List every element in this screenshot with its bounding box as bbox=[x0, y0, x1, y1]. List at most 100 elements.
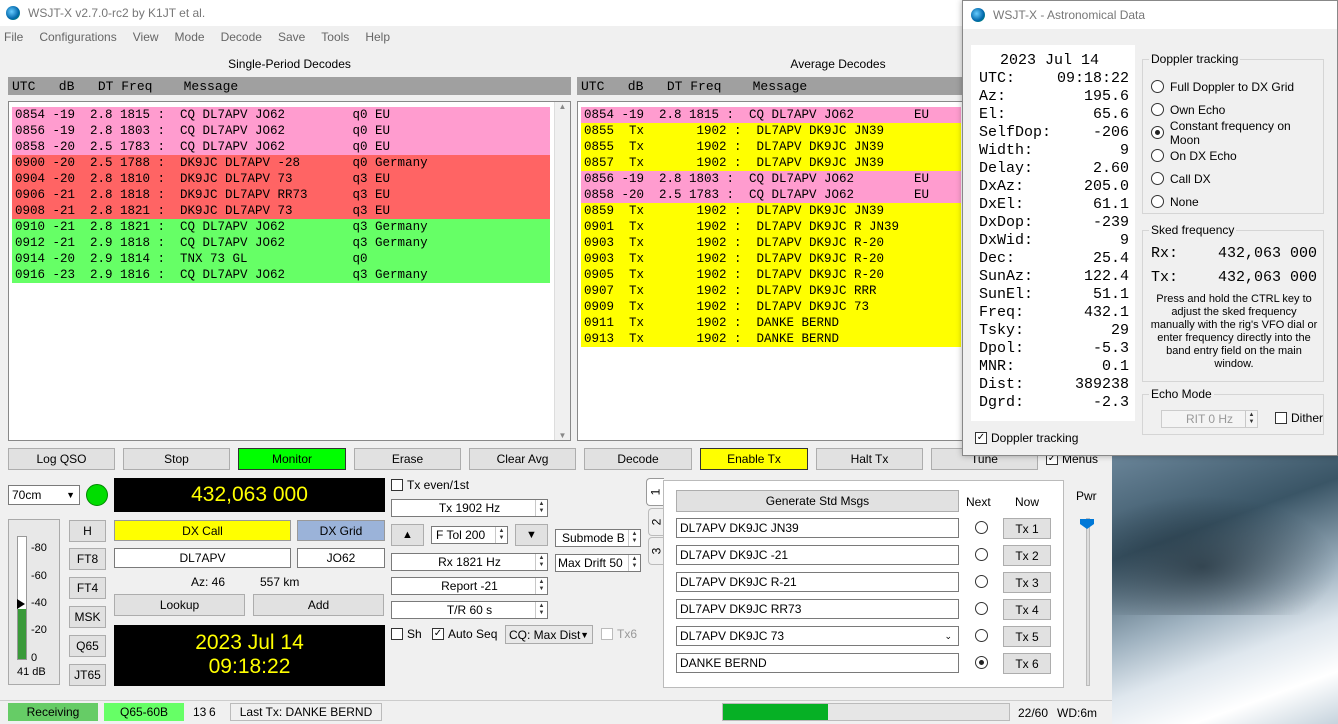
tx2-message-input[interactable]: DL7APV DK9JC -21 bbox=[676, 545, 959, 565]
lookup-button[interactable]: Lookup bbox=[114, 594, 245, 616]
decode-button[interactable]: Decode bbox=[584, 448, 692, 470]
pwr-slider[interactable] bbox=[1080, 510, 1098, 690]
tx3-now-button[interactable]: Tx 3 bbox=[1003, 572, 1051, 593]
decode-line[interactable]: 0856 -19 2.8 1803 : CQ DL7APV JO62 q0 EU bbox=[12, 123, 550, 139]
menu-save[interactable]: Save bbox=[278, 30, 305, 46]
doppler-option[interactable]: Constant frequency on Moon bbox=[1151, 119, 1323, 147]
generate-std-msgs-button[interactable]: Generate Std Msgs bbox=[676, 490, 959, 512]
tx5-next-radio[interactable] bbox=[975, 629, 988, 642]
tx2-now-button[interactable]: Tx 2 bbox=[1003, 545, 1051, 566]
mode-button-ft8[interactable]: FT8 bbox=[69, 548, 106, 570]
mode-button-h[interactable]: H bbox=[69, 520, 106, 542]
ftol-spinbox[interactable]: F Tol 200 ▲ ▼ bbox=[431, 526, 508, 544]
tab-1[interactable]: 1 bbox=[646, 478, 664, 506]
report-spinbox[interactable]: Report -21 ▲ ▼ bbox=[391, 577, 548, 595]
add-button[interactable]: Add bbox=[253, 594, 384, 616]
doppler-option[interactable]: Full Doppler to DX Grid bbox=[1151, 75, 1323, 98]
menu-mode[interactable]: Mode bbox=[175, 30, 205, 46]
tab-2[interactable]: 2 bbox=[648, 508, 664, 536]
average-decode-line[interactable]: 0911 Tx 1902 : DANKE BERND bbox=[581, 315, 961, 331]
dx-grid-input[interactable]: JO62 bbox=[297, 548, 385, 568]
average-decode-line[interactable]: 0855 Tx 1902 : DL7APV DK9JC JN39 bbox=[581, 123, 961, 139]
tx6-message-input[interactable]: DANKE BERND bbox=[676, 653, 959, 673]
down-arrow-button[interactable]: ▼ bbox=[515, 524, 548, 546]
cq-max-dist-select[interactable]: CQ: Max Dist ▼ bbox=[505, 625, 593, 644]
decode-line[interactable]: 0908 -21 2.8 1821 : DK9JC DL7APV 73 q3 E… bbox=[12, 203, 550, 219]
mode-button-ft4[interactable]: FT4 bbox=[69, 577, 106, 599]
average-decode-line[interactable]: 0854 -19 2.8 1815 : CQ DL7APV JO62 EU bbox=[581, 107, 961, 123]
tab-3[interactable]: 3 bbox=[648, 537, 664, 565]
tx3-message-input[interactable]: DL7APV DK9JC R-21 bbox=[676, 572, 959, 592]
tx5-message-input[interactable]: DL7APV DK9JC 73 ⌄ bbox=[676, 626, 959, 646]
doppler-radio[interactable] bbox=[1151, 126, 1164, 139]
tx-even-checkbox[interactable]: Tx even/1st bbox=[391, 478, 469, 492]
band-select[interactable]: 70cm ▼ bbox=[8, 485, 80, 505]
doppler-radio[interactable] bbox=[1151, 103, 1164, 116]
doppler-option[interactable]: Call DX bbox=[1151, 167, 1323, 190]
doppler-radio[interactable] bbox=[1151, 195, 1164, 208]
left-scrollbar[interactable]: ▲ ▼ bbox=[554, 102, 570, 440]
tx3-next-radio[interactable] bbox=[975, 575, 988, 588]
tx4-next-radio[interactable] bbox=[975, 602, 988, 615]
decode-line[interactable]: 0904 -20 2.8 1810 : DK9JC DL7APV 73 q3 E… bbox=[12, 171, 550, 187]
decode-line[interactable]: 0910 -21 2.8 1821 : CQ DL7APV JO62 q3 Ge… bbox=[12, 219, 550, 235]
sh-checkbox[interactable]: Sh bbox=[391, 627, 422, 641]
enable-tx-button[interactable]: Enable Tx bbox=[700, 448, 808, 470]
monitor-button[interactable]: Monitor bbox=[238, 448, 346, 470]
doppler-option[interactable]: On DX Echo bbox=[1151, 144, 1323, 167]
tr-period-spinbox[interactable]: T/R 60 s ▲ ▼ bbox=[391, 601, 548, 619]
menu-configurations[interactable]: Configurations bbox=[39, 30, 116, 46]
rig-status-indicator[interactable] bbox=[86, 484, 108, 506]
auto-seq-checkbox[interactable]: ✓ Auto Seq bbox=[432, 627, 497, 641]
menu-decode[interactable]: Decode bbox=[221, 30, 262, 46]
tx2-next-radio[interactable] bbox=[975, 548, 988, 561]
tx6-next-radio[interactable] bbox=[975, 656, 988, 669]
doppler-radio[interactable] bbox=[1151, 172, 1164, 185]
tx-freq-spinbox[interactable]: Tx 1902 Hz ▲ ▼ bbox=[391, 499, 548, 517]
right-decode-panel[interactable]: 0854 -19 2.8 1815 : CQ DL7APV JO62 EU 085… bbox=[577, 101, 963, 441]
average-decode-line[interactable]: 0901 Tx 1902 : DL7APV DK9JC R JN39 bbox=[581, 219, 961, 235]
average-decode-line[interactable]: 0909 Tx 1902 : DL7APV DK9JC 73 bbox=[581, 299, 961, 315]
menu-view[interactable]: View bbox=[133, 30, 159, 46]
average-decode-line[interactable]: 0913 Tx 1902 : DANKE BERND bbox=[581, 331, 961, 347]
average-decode-line[interactable]: 0858 -20 2.5 1783 : CQ DL7APV JO62 EU bbox=[581, 187, 961, 203]
decode-line[interactable]: 0858 -20 2.5 1783 : CQ DL7APV JO62 q0 EU bbox=[12, 139, 550, 155]
left-decode-panel[interactable]: 0854 -19 2.8 1815 : CQ DL7APV JO62 q0 EU… bbox=[8, 101, 571, 441]
decode-line[interactable]: 0906 -21 2.8 1818 : DK9JC DL7APV RR73 q3… bbox=[12, 187, 550, 203]
dither-checkbox[interactable]: Dither bbox=[1275, 411, 1323, 425]
average-decode-line[interactable]: 0859 Tx 1902 : DL7APV DK9JC JN39 bbox=[581, 203, 961, 219]
doppler-radio[interactable] bbox=[1151, 80, 1164, 93]
average-decode-line[interactable]: 0856 -19 2.8 1803 : CQ DL7APV JO62 EU bbox=[581, 171, 961, 187]
average-decode-line[interactable]: 0903 Tx 1902 : DL7APV DK9JC R-20 bbox=[581, 235, 961, 251]
doppler-option[interactable]: None bbox=[1151, 190, 1323, 213]
average-decode-line[interactable]: 0855 Tx 1902 : DL7APV DK9JC JN39 bbox=[581, 139, 961, 155]
decode-line[interactable]: 0916 -23 2.9 1816 : CQ DL7APV JO62 q3 Ge… bbox=[12, 267, 550, 283]
submode-spinbox[interactable]: Submode B ▲ ▼ bbox=[555, 529, 641, 547]
halt-tx-button[interactable]: Halt Tx bbox=[816, 448, 923, 470]
dx-call-input[interactable]: DL7APV bbox=[114, 548, 291, 568]
tx4-now-button[interactable]: Tx 4 bbox=[1003, 599, 1051, 620]
average-decode-line[interactable]: 0905 Tx 1902 : DL7APV DK9JC R-20 bbox=[581, 267, 961, 283]
pwr-slider-handle[interactable] bbox=[1080, 519, 1094, 529]
erase-button[interactable]: Erase bbox=[354, 448, 461, 470]
doppler-radio[interactable] bbox=[1151, 149, 1164, 162]
decode-line[interactable]: 0900 -20 2.5 1788 : DK9JC DL7APV -28 q0 … bbox=[12, 155, 550, 171]
clear-avg-button[interactable]: Clear Avg bbox=[469, 448, 576, 470]
average-decode-line[interactable]: 0857 Tx 1902 : DL7APV DK9JC JN39 bbox=[581, 155, 961, 171]
decode-line[interactable]: 0854 -19 2.8 1815 : CQ DL7APV JO62 q0 EU bbox=[12, 107, 550, 123]
log-qso-button[interactable]: Log QSO bbox=[8, 448, 115, 470]
decode-line[interactable]: 0912 -21 2.9 1818 : CQ DL7APV JO62 q3 Ge… bbox=[12, 235, 550, 251]
up-arrow-button[interactable]: ▲ bbox=[391, 524, 424, 546]
tx1-now-button[interactable]: Tx 1 bbox=[1003, 518, 1051, 539]
stop-button[interactable]: Stop bbox=[123, 448, 230, 470]
average-decode-line[interactable]: 0907 Tx 1902 : DL7APV DK9JC RRR bbox=[581, 283, 961, 299]
menu-file[interactable]: File bbox=[4, 30, 23, 46]
tx5-now-button[interactable]: Tx 5 bbox=[1003, 626, 1051, 647]
menu-help[interactable]: Help bbox=[365, 30, 390, 46]
mode-button-msk[interactable]: MSK bbox=[69, 606, 106, 628]
rx-freq-spinbox[interactable]: Rx 1821 Hz ▲ ▼ bbox=[391, 553, 548, 571]
max-drift-spinbox[interactable]: Max Drift 50 ▲ ▼ bbox=[555, 554, 641, 572]
tx1-next-radio[interactable] bbox=[975, 521, 988, 534]
mode-button-jt65[interactable]: JT65 bbox=[69, 664, 106, 686]
average-decode-line[interactable]: 0903 Tx 1902 : DL7APV DK9JC R-20 bbox=[581, 251, 961, 267]
